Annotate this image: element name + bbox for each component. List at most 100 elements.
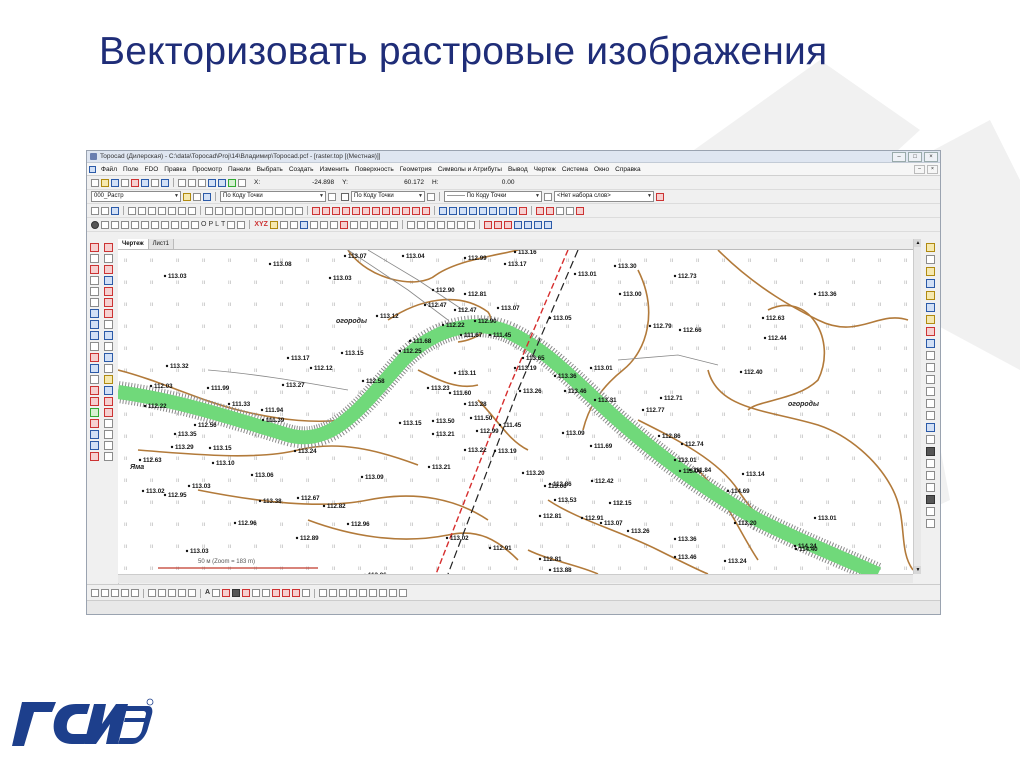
raster-6-icon[interactable]: [533, 220, 542, 229]
delete-object-icon[interactable]: [104, 243, 113, 252]
line-icon[interactable]: [101, 220, 109, 229]
bt-color-icon[interactable]: [222, 589, 231, 597]
view-1-icon[interactable]: [128, 206, 136, 215]
point-code-edit-icon[interactable]: [328, 192, 336, 201]
arc-icon[interactable]: [121, 220, 129, 229]
snap-2-icon[interactable]: [322, 206, 330, 215]
refresh-icon[interactable]: [228, 178, 236, 187]
snap-1-icon[interactable]: [312, 206, 320, 215]
zoom-realtime-icon[interactable]: [489, 206, 497, 215]
bt-align-2-icon[interactable]: [158, 589, 166, 597]
scale-icon[interactable]: [104, 342, 113, 351]
pdf-icon[interactable]: [131, 178, 139, 187]
layers-stack-icon[interactable]: [90, 441, 99, 450]
split-icon[interactable]: [104, 331, 113, 340]
text-style-icon[interactable]: [427, 192, 435, 201]
visibility-icon[interactable]: [926, 423, 935, 432]
symbol-icon[interactable]: [161, 220, 169, 229]
menu-help[interactable]: Справка: [612, 166, 644, 173]
maximize-icon[interactable]: □: [908, 151, 922, 162]
menu-system[interactable]: Система: [559, 166, 591, 173]
zoom-in-icon[interactable]: [439, 206, 447, 215]
snap-perp-icon[interactable]: [926, 339, 935, 348]
minimize-icon[interactable]: –: [892, 151, 906, 162]
rectangle-icon[interactable]: [104, 276, 113, 285]
table-10-icon[interactable]: [295, 206, 303, 215]
raster-1-icon[interactable]: [483, 220, 492, 229]
snap-11-icon[interactable]: [412, 206, 420, 215]
snap-end-icon[interactable]: [926, 291, 935, 300]
bt-shape-5-icon[interactable]: [359, 589, 368, 597]
bt-layout-5-icon[interactable]: [131, 589, 139, 597]
pick-icon[interactable]: [926, 255, 935, 264]
terrain-icon[interactable]: [926, 495, 935, 504]
ortho-icon[interactable]: [926, 375, 935, 384]
tool-letter-t[interactable]: T: [221, 221, 225, 229]
close-icon[interactable]: ×: [924, 151, 938, 162]
move-object-icon[interactable]: [104, 254, 113, 263]
fillet-icon[interactable]: [90, 298, 99, 307]
table-4-icon[interactable]: [235, 206, 243, 215]
view-7-icon[interactable]: [188, 206, 196, 215]
symbol-group-icon[interactable]: [90, 419, 99, 428]
draw-order-2-icon[interactable]: [546, 206, 554, 215]
zoom-extents-icon[interactable]: [469, 206, 477, 215]
info-panel-icon[interactable]: [104, 441, 113, 450]
pattern-icon[interactable]: [104, 419, 113, 428]
bt-style-1-icon[interactable]: [272, 589, 281, 597]
raster-2-icon[interactable]: [493, 220, 502, 229]
line-code-select[interactable]: ——— По Коду Точки ▼: [444, 191, 542, 202]
offset-icon[interactable]: [389, 220, 398, 229]
print-preview-icon[interactable]: [151, 178, 159, 187]
paint-icon[interactable]: [90, 452, 99, 461]
menu-surface[interactable]: Поверхность: [352, 166, 397, 173]
bt-style-2-icon[interactable]: [282, 589, 291, 597]
snap-7-icon[interactable]: [372, 206, 380, 215]
node-icon[interactable]: [141, 220, 149, 229]
paste-icon[interactable]: [198, 178, 206, 187]
menu-output[interactable]: Вывод: [505, 166, 531, 173]
table-8-icon[interactable]: [275, 206, 283, 215]
print-icon[interactable]: [141, 178, 149, 187]
snap-5-icon[interactable]: [352, 206, 360, 215]
profile-icon[interactable]: [289, 220, 298, 229]
info-icon[interactable]: [161, 178, 169, 187]
view-3-icon[interactable]: [148, 206, 156, 215]
menu-geometry[interactable]: Геометрия: [397, 166, 435, 173]
table-3-icon[interactable]: [225, 206, 233, 215]
draw-order-3-icon[interactable]: [556, 206, 564, 215]
draw-order-5-icon[interactable]: [576, 206, 584, 215]
polyline-icon[interactable]: [111, 220, 119, 229]
draw-order-4-icon[interactable]: [566, 206, 574, 215]
menu-window[interactable]: Окно: [591, 166, 612, 173]
area-icon[interactable]: [90, 309, 99, 318]
menu-modify[interactable]: Изменить: [317, 166, 352, 173]
bt-layout-3-icon[interactable]: [111, 589, 119, 597]
zoom-previous-icon[interactable]: [479, 206, 487, 215]
bt-align-4-icon[interactable]: [178, 589, 186, 597]
table-view-4-icon[interactable]: [436, 220, 445, 229]
raster-4-icon[interactable]: [513, 220, 522, 229]
bt-shape-6-icon[interactable]: [369, 589, 378, 597]
copy-object-icon[interactable]: [90, 331, 99, 340]
view-2-icon[interactable]: [138, 206, 146, 215]
bt-shape-3-icon[interactable]: [339, 589, 348, 597]
raster-3-icon[interactable]: [503, 220, 512, 229]
tool-letter-l[interactable]: L: [215, 221, 219, 229]
bt-style-4-icon[interactable]: [302, 589, 311, 597]
snap-mid-icon[interactable]: [926, 303, 935, 312]
view-5-icon[interactable]: [168, 206, 176, 215]
bt-bucket-icon[interactable]: [242, 589, 251, 597]
bt-layout-4-icon[interactable]: [121, 589, 129, 597]
menu-select[interactable]: Выбрать: [254, 166, 286, 173]
vertex-edit-icon[interactable]: [90, 353, 99, 362]
text-icon[interactable]: [151, 220, 159, 229]
break-icon[interactable]: [90, 397, 99, 406]
erase-icon[interactable]: [104, 397, 113, 406]
redraw-icon[interactable]: [519, 206, 527, 215]
doc-close-icon[interactable]: ×: [927, 164, 938, 174]
bt-linetype-icon[interactable]: [252, 589, 261, 597]
bt-align-3-icon[interactable]: [168, 589, 176, 597]
snap-12-icon[interactable]: [422, 206, 430, 215]
zoom-window-icon[interactable]: [459, 206, 467, 215]
